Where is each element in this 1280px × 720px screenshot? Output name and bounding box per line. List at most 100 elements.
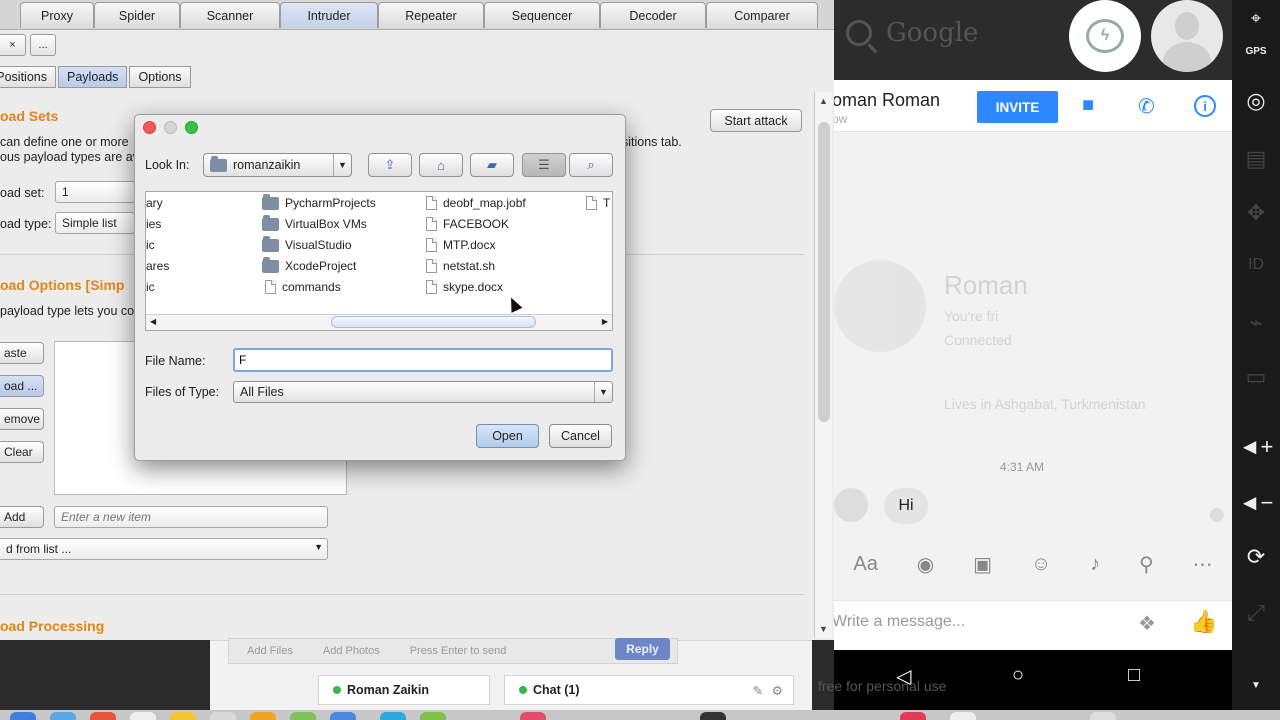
- scroll-right-icon[interactable]: ▶: [602, 317, 608, 326]
- microphone-icon[interactable]: ♪: [1090, 553, 1100, 576]
- subtab-options[interactable]: Options: [129, 66, 191, 88]
- list-item[interactable]: VisualStudio: [262, 235, 352, 252]
- contact-chathead[interactable]: [1151, 0, 1223, 72]
- app-icon[interactable]: [210, 712, 236, 720]
- start-attack-button[interactable]: Start attack: [710, 109, 802, 132]
- phone-call-icon[interactable]: ✆: [1138, 94, 1155, 119]
- image-icon[interactable]: ▣: [973, 552, 992, 577]
- scroll-down-icon[interactable]: ▼: [819, 624, 828, 634]
- scroll-up-icon[interactable]: ▲: [819, 96, 828, 106]
- rotate-icon[interactable]: ⟳: [1232, 544, 1280, 570]
- list-item[interactable]: ares: [146, 259, 169, 273]
- reply-button[interactable]: Reply: [615, 638, 670, 660]
- app-icon[interactable]: [290, 712, 316, 720]
- add-button[interactable]: Add: [0, 506, 44, 528]
- tab-decoder[interactable]: Decoder: [600, 2, 706, 28]
- message-input[interactable]: Write a message...: [834, 613, 965, 631]
- app-icon[interactable]: [520, 712, 546, 720]
- vertical-scrollbar[interactable]: ▲ ▼: [814, 92, 832, 638]
- zoom-window-icon[interactable]: [185, 121, 198, 134]
- details-view-button[interactable]: ⌕: [569, 153, 613, 177]
- info-icon[interactable]: i: [1194, 95, 1216, 117]
- app-icon[interactable]: [900, 712, 926, 720]
- list-item[interactable]: XcodeProject: [262, 256, 356, 273]
- sticker-icon[interactable]: ❖: [1138, 611, 1156, 636]
- paste-button[interactable]: aste: [0, 342, 44, 364]
- notes-icon[interactable]: [170, 712, 196, 720]
- add-photos-link[interactable]: Add Photos: [323, 645, 380, 657]
- gear-icon[interactable]: ⚙: [772, 683, 783, 698]
- list-item[interactable]: T: [586, 196, 610, 210]
- trash-icon[interactable]: [1090, 712, 1116, 720]
- cancel-button[interactable]: Cancel: [549, 424, 612, 448]
- chat-tab-chat[interactable]: Chat (1) ✎ ⚙: [504, 675, 794, 705]
- list-item[interactable]: FACEBOOK: [426, 217, 509, 231]
- location-crosshair-icon[interactable]: ⌖: [1232, 8, 1280, 29]
- home-button[interactable]: ⌂: [419, 153, 463, 177]
- list-item[interactable]: netstat.sh: [426, 259, 495, 273]
- message-bubble[interactable]: Hi: [884, 488, 928, 524]
- terminal-icon[interactable]: [700, 712, 726, 720]
- chrome-icon[interactable]: [90, 712, 116, 720]
- close-tab-button[interactable]: ×: [0, 34, 26, 56]
- file-list[interactable]: ary ies ic ares ic PycharmProjects Virtu…: [145, 191, 613, 331]
- list-item[interactable]: ic: [146, 280, 155, 294]
- remove-button[interactable]: emove: [0, 408, 44, 430]
- location-icon[interactable]: ⚲: [1139, 552, 1154, 577]
- subtab-positions[interactable]: Positions: [0, 66, 56, 88]
- edit-icon[interactable]: ✎: [753, 683, 763, 698]
- list-item[interactable]: deobf_map.jobf: [426, 196, 526, 210]
- payload-set-select[interactable]: 1: [55, 181, 135, 203]
- volume-down-icon[interactable]: ◄−: [1232, 490, 1280, 516]
- invite-button[interactable]: INVITE: [977, 91, 1058, 123]
- add-from-list-select[interactable]: d from list ... ▼: [0, 538, 328, 560]
- file-name-input[interactable]: [233, 348, 613, 372]
- volume-up-icon[interactable]: ◄+: [1232, 434, 1280, 460]
- webcam-icon[interactable]: ◎: [1232, 88, 1280, 114]
- subtab-payloads[interactable]: Payloads: [58, 66, 128, 88]
- up-folder-button[interactable]: ⇪: [368, 153, 412, 177]
- look-in-select[interactable]: romanzaikin ▼: [203, 153, 352, 177]
- tab-proxy[interactable]: Proxy: [20, 2, 94, 28]
- video-call-icon[interactable]: ■: [1082, 94, 1094, 117]
- scroll-thumb[interactable]: [331, 316, 536, 328]
- app-icon[interactable]: [420, 712, 446, 720]
- tab-spider[interactable]: Spider: [94, 2, 180, 28]
- load-button[interactable]: oad ...: [0, 375, 44, 397]
- safari-icon[interactable]: [50, 712, 76, 720]
- app-icon[interactable]: [950, 712, 976, 720]
- add-item-input[interactable]: [54, 506, 328, 528]
- app-icon[interactable]: [250, 712, 276, 720]
- google-search-bar[interactable]: Google: [846, 18, 978, 48]
- list-item[interactable]: skype.docx: [426, 280, 503, 294]
- tab-comparer[interactable]: Comparer: [706, 2, 818, 28]
- finder-icon[interactable]: [10, 712, 36, 720]
- tab-sequencer[interactable]: Sequencer: [484, 2, 600, 28]
- open-button[interactable]: Open: [476, 424, 539, 448]
- emoji-icon[interactable]: ☺: [1031, 553, 1051, 576]
- tab-repeater[interactable]: Repeater: [378, 2, 484, 28]
- app-icon[interactable]: [330, 712, 356, 720]
- chat-tab-contact[interactable]: Roman Zaikin: [318, 675, 490, 705]
- tab-scanner[interactable]: Scanner: [180, 2, 280, 28]
- list-item[interactable]: commands: [265, 280, 341, 294]
- text-style-icon[interactable]: Aa: [853, 553, 877, 576]
- more-button[interactable]: ...: [30, 34, 56, 56]
- list-item[interactable]: ary: [146, 196, 163, 210]
- list-item[interactable]: ies: [146, 217, 161, 231]
- recents-icon[interactable]: □: [1128, 664, 1140, 687]
- list-item[interactable]: ic: [146, 238, 155, 252]
- messenger-chathead[interactable]: ϟ: [1069, 0, 1141, 72]
- chevron-down-icon[interactable]: ▼: [1232, 680, 1280, 691]
- calendar-icon[interactable]: [130, 712, 156, 720]
- more-icon[interactable]: ⋯: [1192, 552, 1212, 577]
- add-files-link[interactable]: Add Files: [247, 645, 293, 657]
- files-of-type-select[interactable]: All Files ▼: [233, 381, 613, 403]
- list-item[interactable]: PycharmProjects: [262, 193, 376, 210]
- scroll-thumb[interactable]: [818, 122, 830, 422]
- scroll-left-icon[interactable]: ◀: [150, 317, 156, 326]
- list-item[interactable]: VirtualBox VMs: [262, 214, 367, 231]
- home-icon[interactable]: ○: [1012, 664, 1024, 687]
- thumbs-up-icon[interactable]: 👍: [1190, 609, 1217, 635]
- new-folder-button[interactable]: ▰: [470, 153, 514, 177]
